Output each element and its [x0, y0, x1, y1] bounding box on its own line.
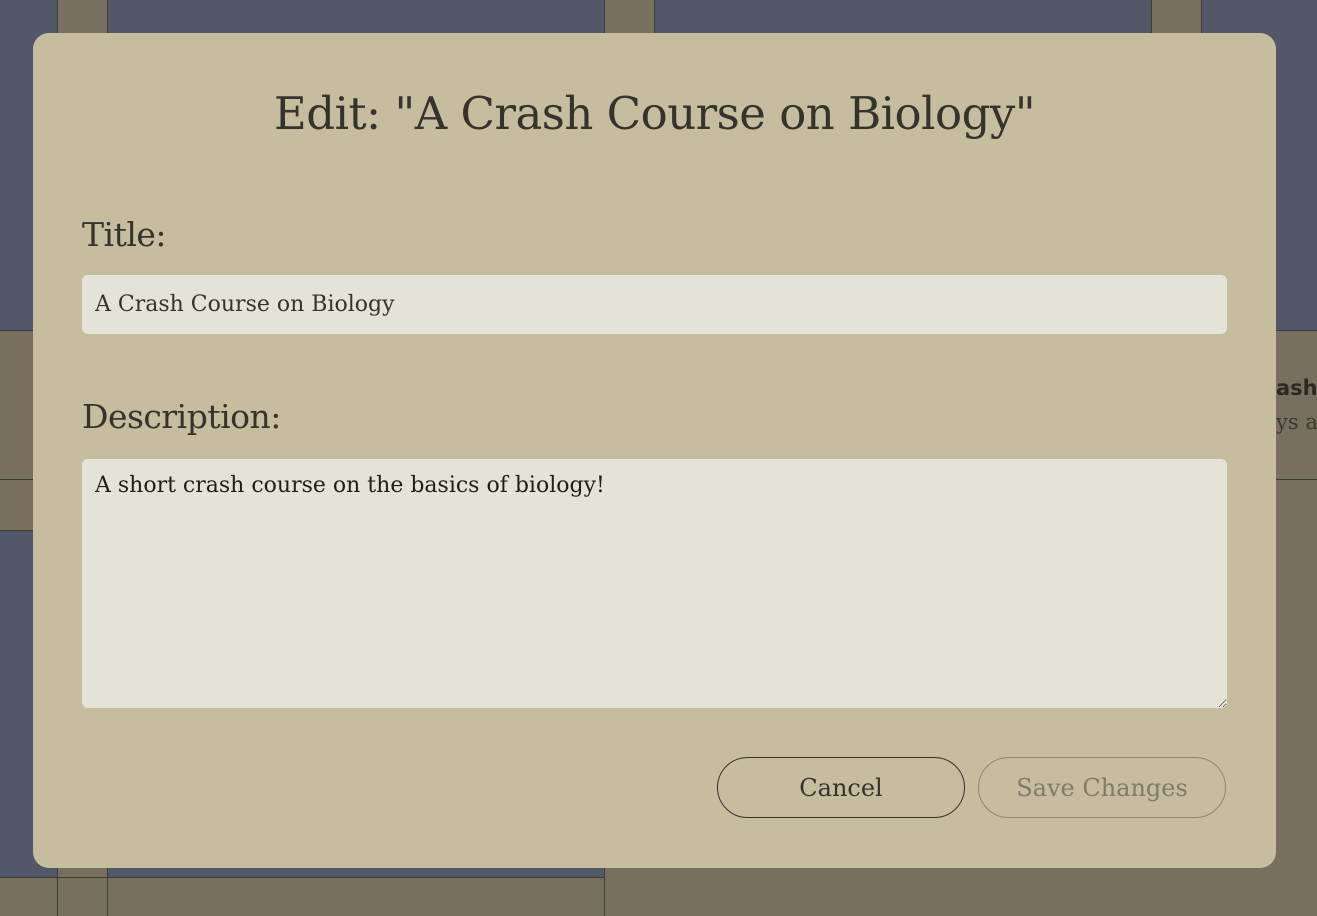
- save-changes-button[interactable]: Save Changes: [978, 757, 1226, 818]
- description-textarea[interactable]: A short crash course on the basics of bi…: [82, 459, 1227, 708]
- description-label: Description:: [82, 397, 281, 436]
- title-input[interactable]: [82, 275, 1227, 334]
- bg-card-text: ys a: [1276, 410, 1317, 434]
- cancel-button[interactable]: Cancel: [717, 757, 965, 818]
- title-label: Title:: [82, 215, 167, 254]
- modal-title: Edit: "A Crash Course on Biology": [273, 87, 1036, 140]
- bg-divider: [0, 877, 605, 878]
- bg-card-title: ash: [1276, 376, 1317, 400]
- edit-modal: Edit: "A Crash Course on Biology" Title:…: [33, 33, 1276, 868]
